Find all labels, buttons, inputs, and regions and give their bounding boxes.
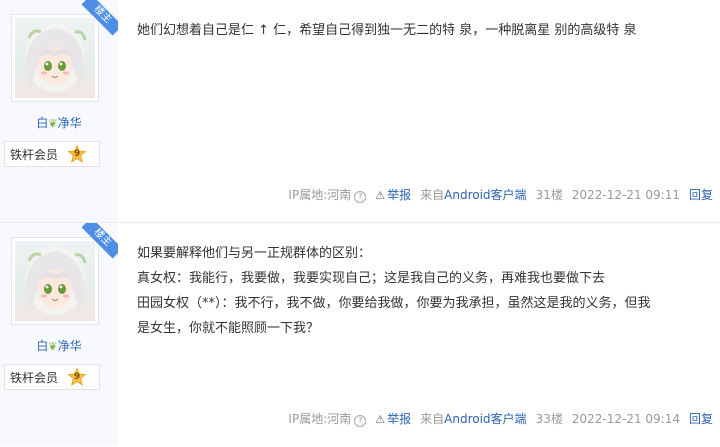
badge-label: 铁杆会员 <box>10 370 59 385</box>
avatar[interactable] <box>11 14 99 102</box>
ip-location-text: IP属地:河南 <box>288 188 352 202</box>
member-badge[interactable]: 铁杆会员 9 <box>4 141 100 167</box>
client-prefix: 来自 <box>420 412 445 426</box>
report-label[interactable]: 举报 <box>387 407 411 432</box>
client-source: 来自Android客户端 <box>420 407 526 432</box>
report-button[interactable]: ⚠ 举报 <box>375 407 411 432</box>
post-line: 真女权：我能行，我要做，我要实现自己；这是我自己的义务，再难我也要做下去 <box>137 271 606 286</box>
level-number: 9 <box>73 372 81 382</box>
ip-location: IP属地:河南? <box>288 407 367 432</box>
post-floor-33: 楼主 白❦净华 铁杆会员 9 如果要解释他们与另一正规群体的区别： 真女权：我能… <box>0 223 720 446</box>
floor-number: 31楼 <box>535 188 563 202</box>
level-star-icon: 9 <box>68 145 87 163</box>
post-line: 是女生，你就不能照顾一下我？ <box>137 321 320 336</box>
level-number: 9 <box>73 149 81 159</box>
post-line: 田园女权（**）：我不行，我不做，你要给我做，你要为我承担，虽然这是我的义务，但… <box>137 296 651 311</box>
leaf-icon: ❦ <box>48 117 58 130</box>
post-list: 楼主 白❦净华 铁杆会员 9 她们幻想着自己是仁 ↑ 仁，希望自己得到独一无二的… <box>0 0 720 446</box>
avatar-image <box>15 241 95 321</box>
avatar[interactable] <box>11 237 99 325</box>
client-prefix: 来自 <box>420 188 445 202</box>
post-time: 2022-12-21 09:14 <box>571 412 680 426</box>
client-source: 来自Android客户端 <box>420 183 526 208</box>
leaf-icon: ❦ <box>48 340 58 353</box>
level-star-icon: 9 <box>68 368 87 386</box>
avatar-image <box>15 18 95 98</box>
client-link[interactable]: Android客户端 <box>444 412 526 426</box>
post-meta: IP属地:河南? ⚠ 举报 来自Android客户端 33楼 2022-12-21… <box>279 407 713 432</box>
post-meta: IP属地:河南? ⚠ 举报 来自Android客户端 31楼 2022-12-21… <box>279 183 713 208</box>
username-text[interactable]: 白 <box>36 116 48 130</box>
warning-icon: ⚠ <box>375 189 386 202</box>
client-link[interactable]: Android客户端 <box>444 188 526 202</box>
warning-icon: ⚠ <box>375 413 386 426</box>
username-tail[interactable]: 净华 <box>58 116 82 130</box>
report-button[interactable]: ⚠ 举报 <box>375 183 411 208</box>
report-label[interactable]: 举报 <box>387 183 411 208</box>
help-icon[interactable]: ? <box>354 415 367 427</box>
floor-number: 33楼 <box>535 412 563 426</box>
post-time: 2022-12-21 09:11 <box>571 188 680 202</box>
member-badge[interactable]: 铁杆会员 9 <box>4 364 100 390</box>
badge-label: 铁杆会员 <box>10 147 59 162</box>
post-content: 如果要解释他们与另一正规群体的区别： 真女权：我能行，我要做，我要实现自己；这是… <box>118 223 720 446</box>
username[interactable]: 白❦净华 <box>0 337 118 354</box>
ip-location: IP属地:河南? <box>288 183 367 208</box>
post-line: 她们幻想着自己是仁 ↑ 仁，希望自己得到独一无二的特 泉，一种脱离星 别的高级特… <box>137 23 637 38</box>
post-content: 她们幻想着自己是仁 ↑ 仁，希望自己得到独一无二的特 泉，一种脱离星 别的高级特… <box>118 0 720 222</box>
help-icon[interactable]: ? <box>354 191 367 203</box>
username[interactable]: 白❦净华 <box>0 114 118 131</box>
post-line: 如果要解释他们与另一正规群体的区别： <box>137 246 372 261</box>
ip-location-text: IP属地:河南 <box>288 412 352 426</box>
author-panel: 楼主 白❦净华 铁杆会员 9 <box>0 223 118 446</box>
post-floor-31: 楼主 白❦净华 铁杆会员 9 她们幻想着自己是仁 ↑ 仁，希望自己得到独一无二的… <box>0 0 720 223</box>
author-panel: 楼主 白❦净华 铁杆会员 9 <box>0 0 118 222</box>
reply-button[interactable]: 回复 <box>689 407 713 432</box>
username-tail[interactable]: 净华 <box>58 339 82 353</box>
username-text[interactable]: 白 <box>36 339 48 353</box>
reply-button[interactable]: 回复 <box>689 183 713 208</box>
